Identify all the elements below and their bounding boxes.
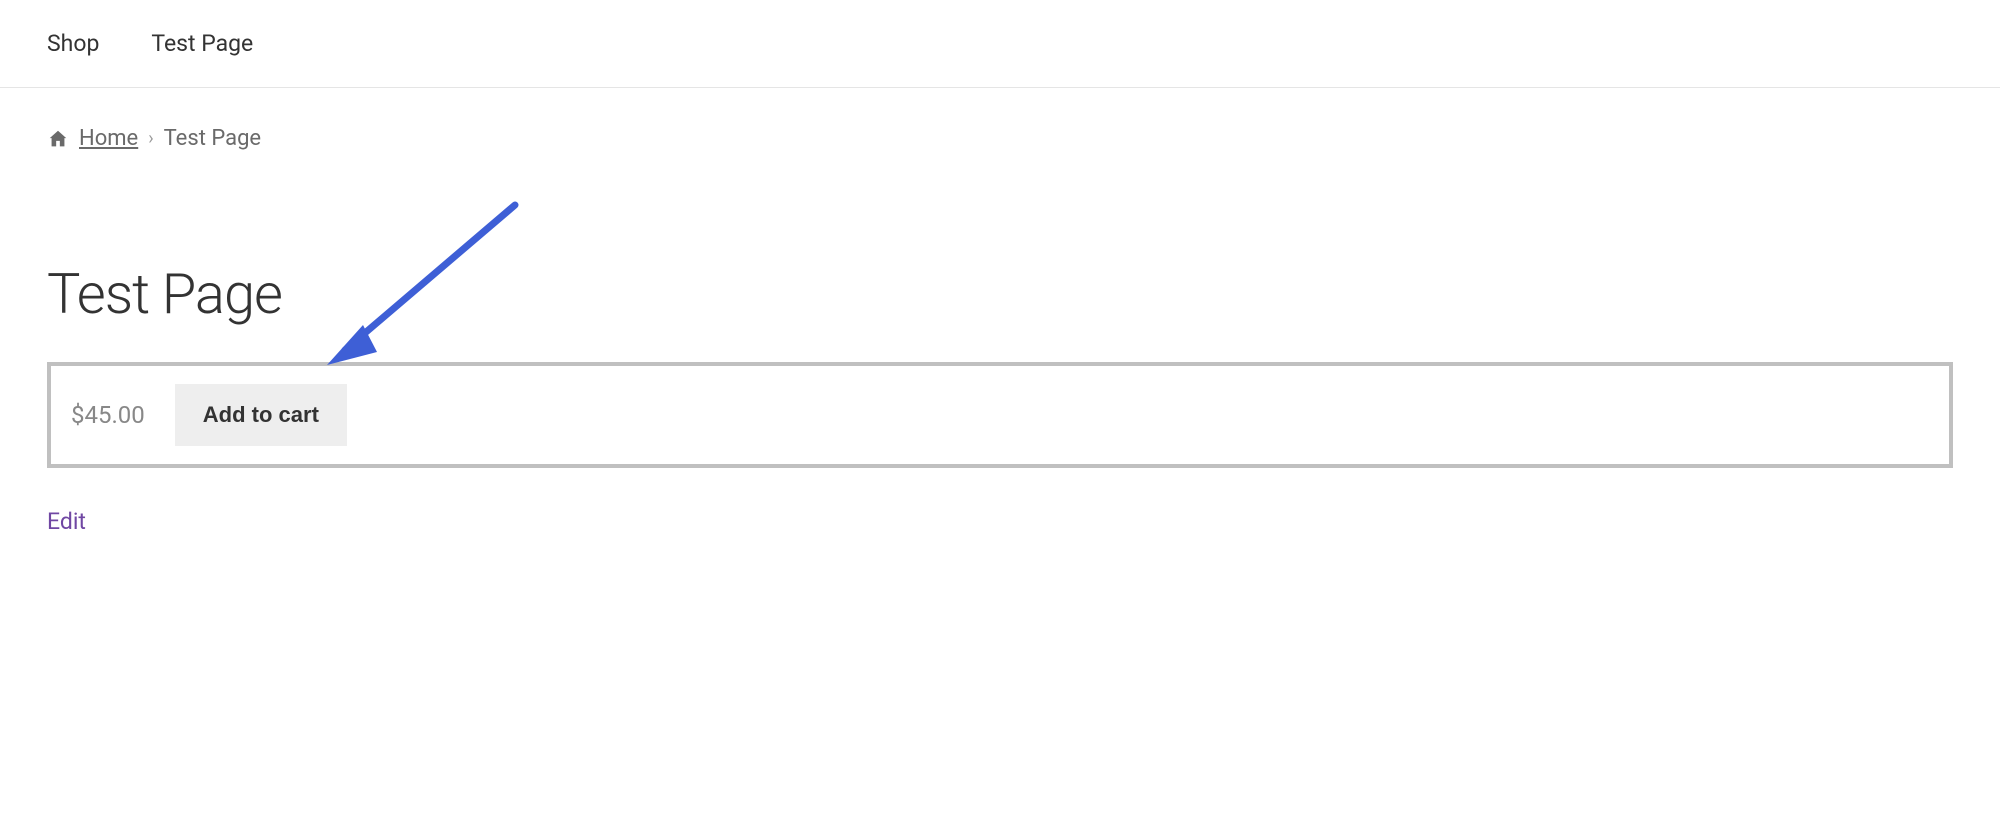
page-title: Test Page [47, 261, 1953, 327]
edit-link[interactable]: Edit [47, 508, 86, 535]
breadcrumb: Home › Test Page [47, 126, 1953, 151]
nav-item-shop[interactable]: Shop [47, 30, 99, 57]
product-box-wrapper: $45.00 Add to cart [47, 362, 1953, 468]
product-box: $45.00 Add to cart [47, 362, 1953, 468]
breadcrumb-separator: › [148, 128, 153, 149]
product-price: $45.00 [71, 401, 145, 429]
nav-item-test-page[interactable]: Test Page [151, 30, 253, 57]
add-to-cart-button[interactable]: Add to cart [175, 384, 347, 446]
top-nav: Shop Test Page [0, 0, 2000, 88]
page-content: Home › Test Page Test Page $45.00 Add to… [0, 88, 2000, 573]
breadcrumb-home-link[interactable]: Home [79, 126, 138, 151]
home-icon [47, 128, 69, 150]
breadcrumb-current: Test Page [164, 126, 262, 151]
